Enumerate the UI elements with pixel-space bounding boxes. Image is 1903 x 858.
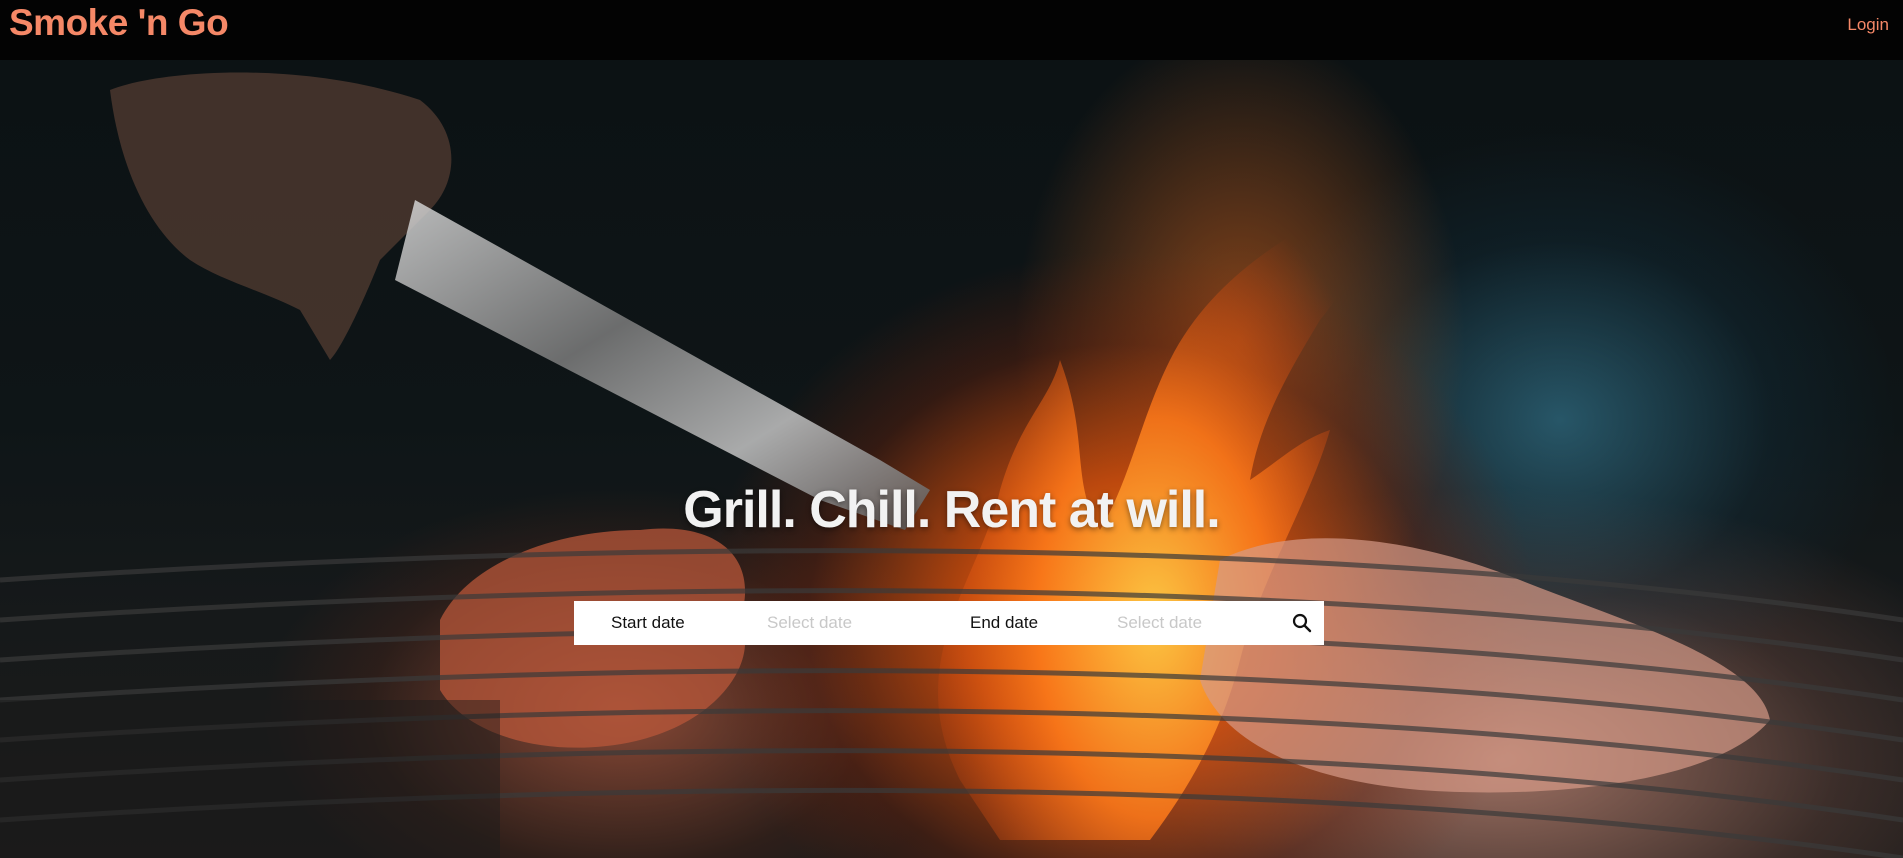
brand-logo[interactable]: Smoke 'n Go: [9, 2, 229, 44]
top-navbar: Smoke 'n Go Login: [0, 0, 1903, 60]
start-date-input[interactable]: [767, 609, 947, 637]
date-search-bar: Start date End date: [574, 601, 1324, 645]
hero-background-image: [0, 72, 1903, 858]
login-link[interactable]: Login: [1847, 15, 1889, 35]
end-date-label: End date: [970, 613, 1039, 632]
end-date-input[interactable]: [1117, 609, 1277, 637]
hero-headline: Grill. Chill. Rent at will.: [683, 481, 1220, 539]
hero-section: Grill. Chill. Rent at will.: [0, 60, 1903, 858]
start-date-label: Start date: [611, 613, 685, 632]
search-icon[interactable]: [1290, 611, 1314, 635]
